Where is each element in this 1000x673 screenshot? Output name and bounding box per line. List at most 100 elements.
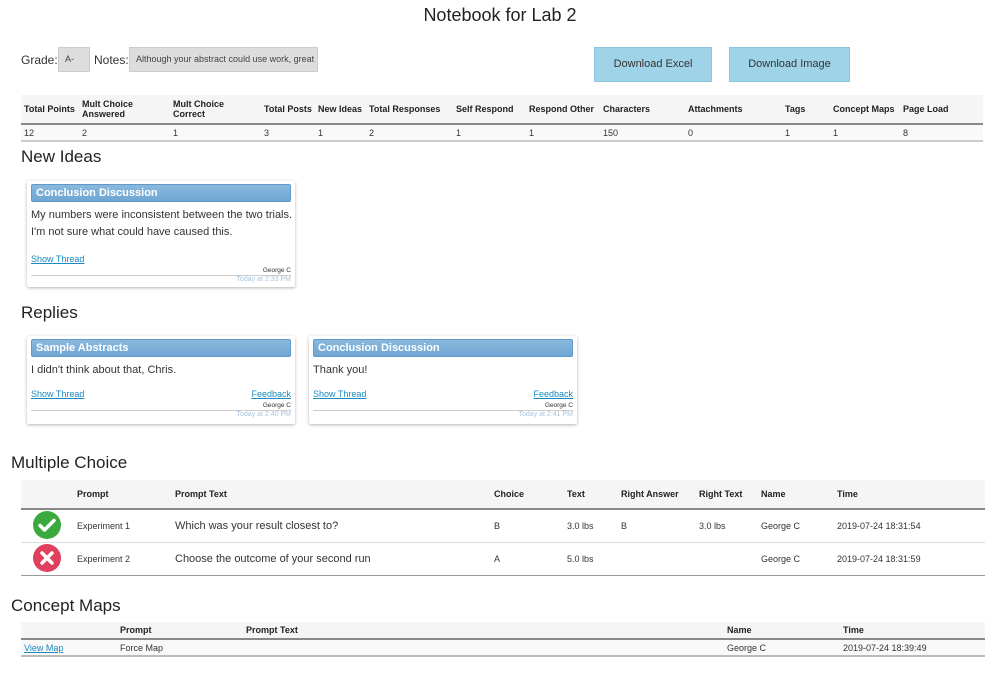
notes-input[interactable]: Although your abstract could use work, g… bbox=[129, 47, 318, 72]
stats-value: 1 bbox=[785, 127, 791, 138]
card-time: Today at 2:41 PM bbox=[518, 411, 573, 418]
mc-row: Experiment 1 Which was your result closes… bbox=[21, 509, 985, 542]
cm-prompt: Force Map bbox=[120, 642, 164, 653]
card-time: Today at 2:33 PM bbox=[236, 276, 291, 283]
stats-header: Characters bbox=[600, 95, 685, 125]
mc-header: Prompt bbox=[74, 480, 172, 510]
concept-maps-table: Prompt Prompt Text Name Time View Map Force M… bbox=[21, 622, 985, 657]
page-title: Notebook for Lab 2 bbox=[423, 5, 577, 25]
card-text-line: I'm not sure what could have caused this… bbox=[31, 226, 233, 238]
stats-value: 2 bbox=[82, 127, 88, 138]
cm-prompt-text bbox=[243, 639, 724, 656]
feedback-link[interactable]: Feedback bbox=[533, 389, 573, 399]
mc-row: Experiment 2 Choose the outcome of your s… bbox=[21, 542, 985, 575]
link-cell: View Map bbox=[21, 639, 117, 656]
mc-header: Text bbox=[564, 480, 618, 510]
stats-header: Concept Maps bbox=[830, 95, 900, 125]
stats-header: Self Respond bbox=[453, 95, 526, 125]
card-time: Today at 2:40 PM bbox=[236, 411, 291, 418]
stats-value: 0 bbox=[688, 127, 694, 138]
stats-value: 1 bbox=[529, 127, 535, 138]
reply-card: Sample Abstracts I didn't think about tha… bbox=[27, 336, 295, 424]
mc-header: Prompt Text bbox=[172, 480, 491, 510]
mc-right-answer bbox=[618, 542, 696, 575]
mc-time: 2019-07-24 18:31:59 bbox=[837, 553, 921, 564]
stats-header: Tags bbox=[782, 95, 830, 125]
stats-header: Attachments bbox=[685, 95, 782, 125]
show-thread-link[interactable]: Show Thread bbox=[31, 389, 84, 399]
show-thread-link[interactable]: Show Thread bbox=[31, 254, 84, 264]
mc-header: Choice bbox=[491, 480, 564, 510]
stats-header: Respond Other bbox=[526, 95, 600, 125]
mc-header: Time bbox=[834, 480, 985, 510]
stats-header: Total Responses bbox=[366, 95, 453, 125]
grade-input[interactable]: A- bbox=[58, 47, 90, 72]
card-title: Conclusion Discussion bbox=[313, 339, 573, 357]
check-circle-icon bbox=[33, 510, 61, 539]
grade-label: Grade: bbox=[21, 53, 58, 67]
mc-time: 2019-07-24 18:31:54 bbox=[837, 520, 921, 531]
stats-header: New Ideas bbox=[315, 95, 366, 125]
status-cell bbox=[21, 542, 74, 575]
stats-header: Mult Choice Correct bbox=[170, 95, 261, 125]
mc-header bbox=[21, 480, 74, 510]
mc-prompt: Experiment 1 bbox=[77, 520, 131, 531]
card-author: George C bbox=[262, 267, 291, 274]
cm-name: George C bbox=[727, 642, 767, 653]
card-author: George C bbox=[544, 402, 573, 409]
card-text: Thank you! bbox=[313, 364, 368, 376]
stats-value: 1 bbox=[173, 127, 179, 138]
mc-header: Right Text bbox=[696, 480, 758, 510]
cm-header: Prompt bbox=[117, 622, 243, 640]
card-title: Conclusion Discussion bbox=[31, 184, 291, 202]
concept-maps-heading: Concept Maps bbox=[11, 596, 121, 615]
mc-name: George C bbox=[761, 520, 801, 531]
cm-row: View Map Force Map George C 2019-07-24 18:3… bbox=[21, 639, 985, 656]
stats-value: 8 bbox=[903, 127, 909, 138]
replies-heading: Replies bbox=[21, 303, 78, 322]
mc-choice: A bbox=[494, 553, 501, 564]
stats-value: 150 bbox=[603, 127, 619, 138]
mc-right-answer: B bbox=[621, 520, 628, 531]
mc-prompt-text: Which was your result closest to? bbox=[175, 519, 339, 532]
stats-value: 12 bbox=[24, 127, 35, 138]
cm-header: Name bbox=[724, 622, 840, 640]
cm-time: 2019-07-24 18:39:49 bbox=[843, 642, 927, 653]
status-cell bbox=[21, 509, 74, 542]
card-text: I didn't think about that, Chris. bbox=[31, 364, 177, 376]
stats-header: Page Load bbox=[900, 95, 983, 125]
mc-text: 5.0 lbs bbox=[567, 553, 594, 564]
mc-prompt-text: Choose the outcome of your second run bbox=[175, 552, 371, 565]
mc-right-text: 3.0 lbs bbox=[699, 520, 726, 531]
mc-prompt: Experiment 2 bbox=[77, 553, 131, 564]
reply-card: Conclusion Discussion Thank you! Show Thre… bbox=[309, 336, 577, 424]
mc-text: 3.0 lbs bbox=[567, 520, 594, 531]
view-map-link[interactable]: View Map bbox=[24, 643, 63, 653]
cm-header: Time bbox=[840, 622, 985, 640]
card-author: George C bbox=[262, 402, 291, 409]
feedback-link[interactable]: Feedback bbox=[251, 389, 291, 399]
stats-value: 1 bbox=[456, 127, 462, 138]
mc-header: Right Answer bbox=[618, 480, 696, 510]
show-thread-link[interactable]: Show Thread bbox=[313, 389, 366, 399]
new-idea-card: Conclusion Discussion My numbers were in… bbox=[27, 181, 295, 287]
mc-right-text bbox=[696, 542, 758, 575]
notes-label: Notes: bbox=[94, 53, 129, 67]
mc-header: Name bbox=[758, 480, 834, 510]
stats-value: 1 bbox=[318, 127, 324, 138]
download-excel-button[interactable]: Download Excel bbox=[594, 47, 712, 82]
x-circle-icon bbox=[33, 543, 61, 572]
stats-header: Total Points bbox=[21, 95, 79, 125]
stats-table: Total Points Mult Choice Answered Mult Cho… bbox=[21, 95, 983, 142]
stats-value: 1 bbox=[833, 127, 839, 138]
card-title: Sample Abstracts bbox=[31, 339, 291, 357]
download-image-button[interactable]: Download Image bbox=[729, 47, 850, 82]
stats-value: 3 bbox=[264, 127, 270, 138]
multiple-choice-heading: Multiple Choice bbox=[11, 453, 128, 472]
new-ideas-heading: New Ideas bbox=[21, 147, 102, 166]
multiple-choice-table: Prompt Prompt Text Choice Text Right Answer R… bbox=[21, 480, 985, 576]
stats-value: 2 bbox=[369, 127, 375, 138]
card-text-line: My numbers were inconsistent between the… bbox=[31, 209, 293, 221]
mc-choice: B bbox=[494, 520, 501, 531]
cm-header bbox=[21, 622, 117, 640]
